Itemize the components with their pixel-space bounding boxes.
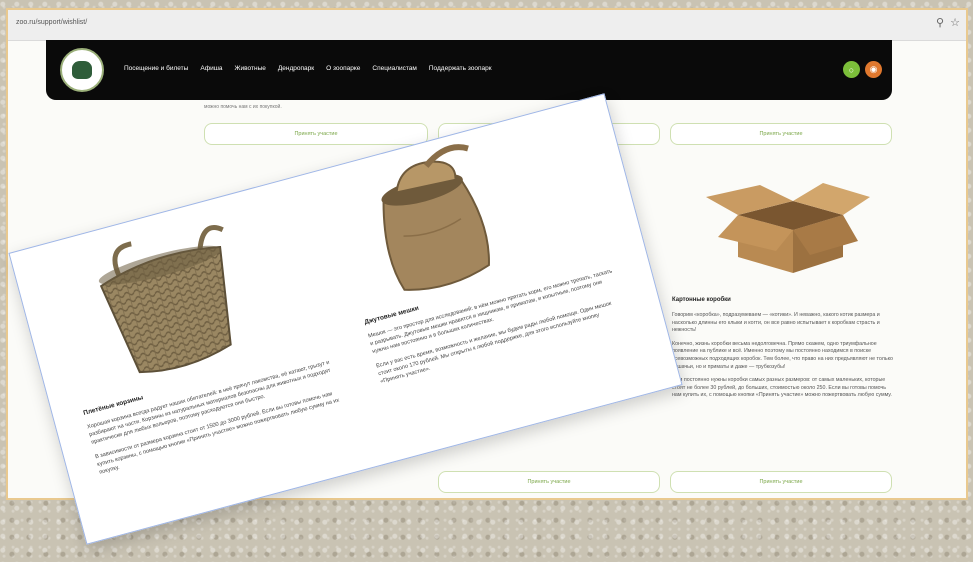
box-description: Говорим «коробка», подразумеваем — «коти… (672, 312, 894, 406)
participate-button[interactable]: Принять участие (670, 471, 892, 493)
box-paragraph: Нам постоянно нужны коробки самых разных… (672, 377, 892, 399)
zoo-logo-icon[interactable] (60, 48, 104, 92)
zoom-icon[interactable]: ⚲ (936, 16, 944, 29)
nav-item-animals[interactable]: Животные (235, 65, 266, 72)
box-paragraph: Говорим «коробка», подразумеваем — «коти… (672, 312, 880, 334)
nav-item-events[interactable]: Афиша (200, 65, 222, 72)
participate-button[interactable]: Принять участие (204, 123, 428, 145)
nav-item-specialists[interactable]: Специалистам (372, 65, 416, 72)
wicker-basket-image (98, 225, 232, 374)
address-bar: zoo.ru/support/wishlist/ ⚲ ☆ (8, 10, 966, 41)
card-text-snippet: можно помочь нам с их покупкой. (204, 104, 282, 110)
box-paragraph: Конечно, жизнь коробки весьма недолговеч… (672, 340, 893, 370)
bookmark-star-icon[interactable]: ☆ (950, 16, 960, 29)
url-field[interactable]: zoo.ru/support/wishlist/ (16, 19, 87, 26)
participate-button[interactable]: Принять участие (438, 471, 660, 493)
cardboard-box-image (706, 183, 870, 273)
box-title: Картонные коробки (672, 297, 731, 303)
nav-menu: Посещение и билеты Афиша Животные Дендро… (124, 65, 492, 72)
nav-item-about[interactable]: О зоопарке (326, 65, 360, 72)
accessibility-icon[interactable]: ◉ (865, 61, 882, 78)
site-navigation: Посещение и билеты Афиша Животные Дендро… (46, 40, 892, 100)
nav-item-support[interactable]: Поддержать зоопарк (429, 65, 492, 72)
participate-button[interactable]: Принять участие (670, 123, 892, 145)
search-icon[interactable]: ○ (843, 61, 860, 78)
nav-item-dendropark[interactable]: Дендропарк (278, 65, 314, 72)
nav-item-visit-tickets[interactable]: Посещение и билеты (124, 65, 188, 72)
